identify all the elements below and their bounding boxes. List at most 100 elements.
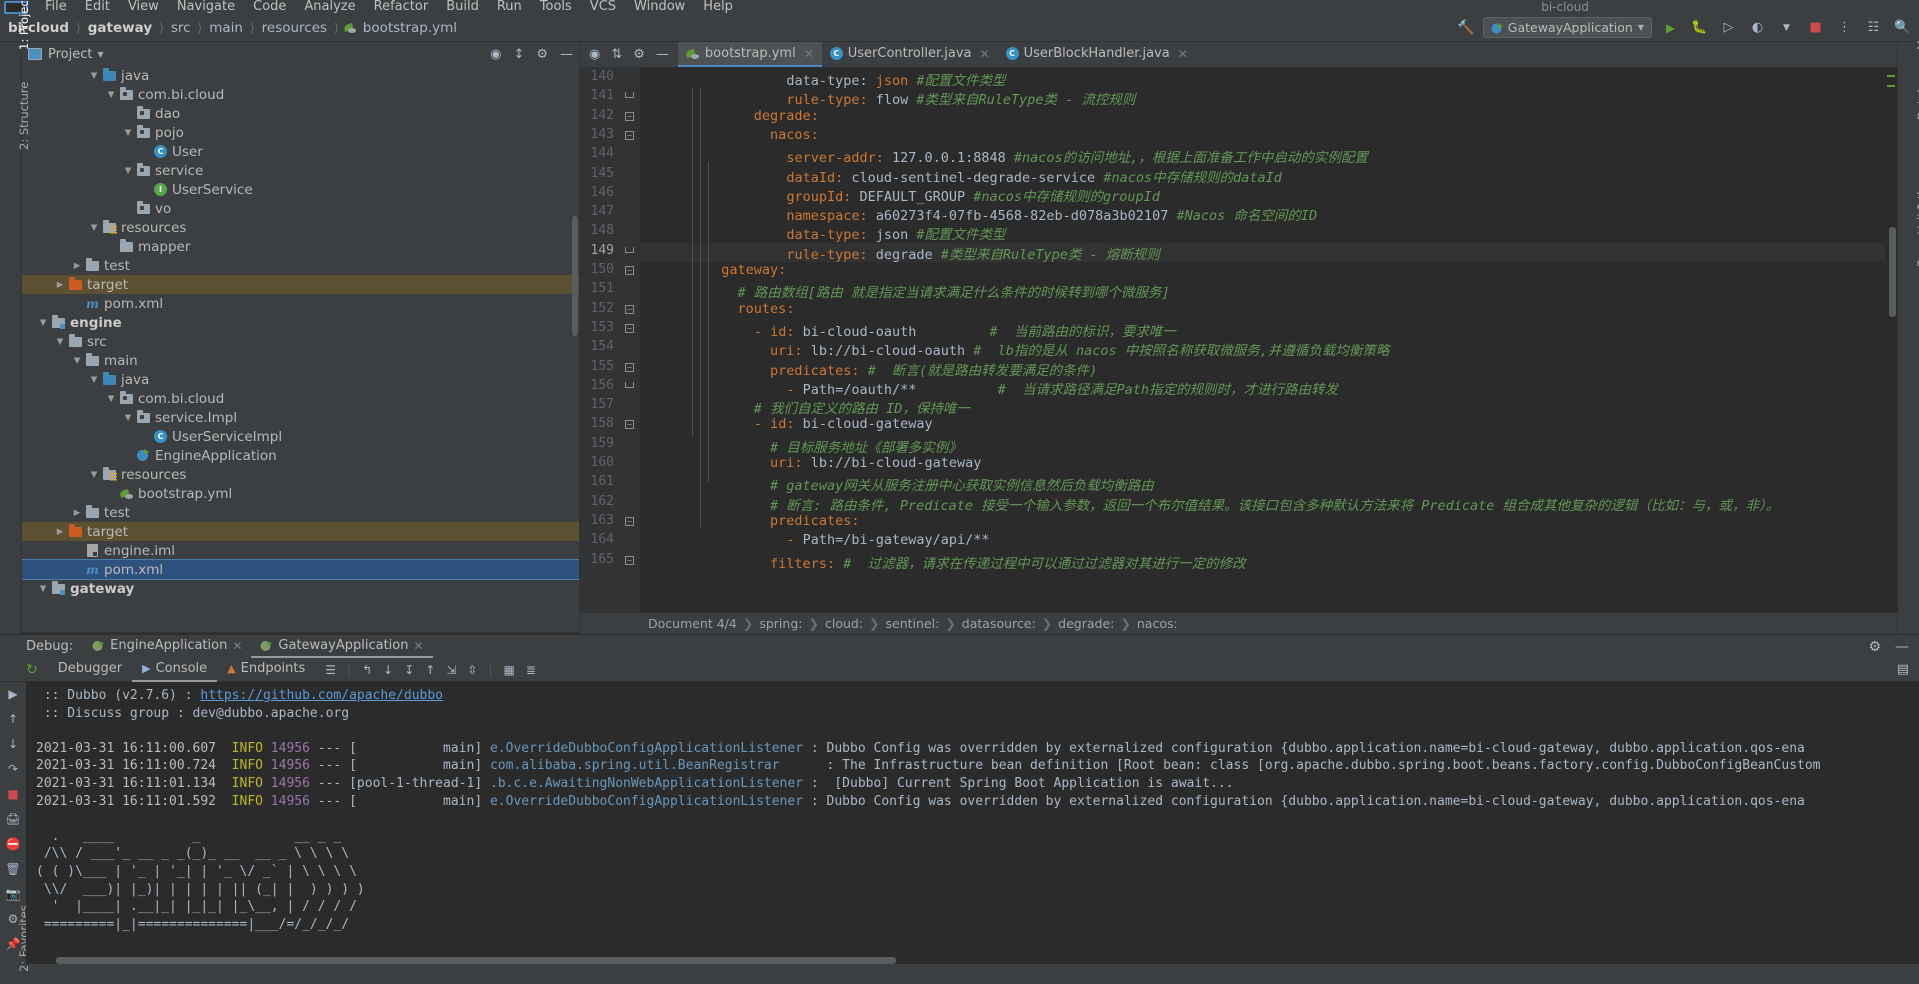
expand-arrow-icon[interactable]: ▼ [87, 223, 101, 233]
tree-item-dao[interactable]: dao [22, 104, 579, 123]
tree-item-target[interactable]: ▶ target [22, 522, 579, 541]
close-icon[interactable]: ✕ [1178, 47, 1188, 61]
close-icon[interactable]: ✕ [232, 639, 242, 653]
run-configuration-selector[interactable]: GatewayApplication ▼ [1482, 17, 1652, 38]
tree-item-test[interactable]: ▶ test [22, 503, 579, 522]
tree-item-pojo[interactable]: ▼ pojo [22, 123, 579, 142]
tree-item-resources[interactable]: ▼ resources [22, 465, 579, 484]
editor-gutter[interactable]: 140 141 142 − 143 − 144 145 146 147 148 149 150 − 151 1… [580, 67, 640, 612]
breadcrumb-item-main[interactable]: main [207, 20, 245, 36]
expand-arrow-icon[interactable]: ▼ [121, 413, 135, 423]
menu-icon[interactable]: ☰ [325, 663, 336, 677]
status-breadcrumb-item[interactable]: nacos: [1137, 616, 1178, 631]
menu-code[interactable]: Code [244, 0, 295, 14]
code-fold-marker[interactable]: − [625, 130, 634, 140]
tree-item-userservice[interactable]: I UserService [22, 180, 579, 199]
menu-analyze[interactable]: Analyze [295, 0, 364, 14]
menu-build[interactable]: Build [437, 0, 488, 14]
locate-icon[interactable]: ◉ [589, 47, 600, 62]
breadcrumb-item-file[interactable]: bootstrap.yml [361, 20, 459, 36]
scroll-down-icon[interactable]: ↓ [4, 736, 22, 752]
code-fold-marker[interactable] [625, 92, 634, 99]
collapse-all-icon[interactable]: ↕ [513, 47, 524, 62]
breadcrumb-item-src[interactable]: src [169, 20, 193, 36]
expand-arrow-icon[interactable]: ▶ [70, 261, 84, 271]
rerun-icon[interactable]: ↻ [26, 662, 38, 678]
more-options-icon[interactable]: ⋮ [1834, 17, 1855, 38]
expand-arrow-icon[interactable]: ▶ [70, 508, 84, 518]
menu-vcs[interactable]: VCS [581, 0, 625, 14]
tree-item-bootstrap-yml[interactable]: bootstrap.yml [22, 484, 579, 503]
expand-arrow-icon[interactable]: ▼ [36, 584, 50, 594]
run-button[interactable]: ▶ [1660, 17, 1681, 38]
tree-item-pom-xml[interactable]: m pom.xml [22, 294, 579, 313]
debug-button[interactable]: 🐛 [1689, 17, 1710, 38]
soft-wrap-icon[interactable]: ↷ [4, 761, 22, 777]
tree-item-resources[interactable]: ▼ resources [22, 218, 579, 237]
code-fold-marker[interactable] [625, 381, 634, 388]
subtab-endpoints[interactable]: ▲ Endpoints [217, 658, 315, 682]
tree-item-target[interactable]: ▶ target [22, 275, 579, 294]
tree-item-java[interactable]: ▼ java [22, 66, 579, 85]
editor-area[interactable]: 140 141 142 − 143 − 144 145 146 147 148 149 150 − 151 1… [580, 67, 1897, 612]
chevron-down-icon[interactable]: ▼ [1776, 17, 1797, 38]
run-with-coverage-button[interactable]: ▷ [1718, 17, 1739, 38]
menu-refactor[interactable]: Refactor [365, 0, 438, 14]
tab-bootstrap-yml[interactable]: bootstrap.yml ✕ [677, 42, 822, 67]
settings-icon[interactable]: ≣ [526, 663, 536, 677]
expand-arrow-icon[interactable]: ▼ [87, 71, 101, 81]
step-over-icon[interactable]: ↰ [362, 663, 372, 677]
profile-button[interactable]: ◐ [1747, 17, 1768, 38]
editor-structure-breadcrumb[interactable]: Document 4/4 ❯ spring: ❯ cloud: ❯ sentinel: ❯ da… [580, 612, 1897, 634]
status-breadcrumb-item[interactable]: degrade: [1058, 616, 1114, 631]
build-hammer-icon[interactable]: 🔨 [1457, 20, 1474, 36]
close-icon[interactable]: ✕ [413, 639, 423, 653]
editor-scrollbar[interactable] [1889, 227, 1896, 317]
menu-help[interactable]: Help [694, 0, 742, 14]
stop-button[interactable]: ■ [1805, 17, 1826, 38]
subtab-console[interactable]: ▶ Console [132, 658, 218, 682]
breadcrumb-item-resources[interactable]: resources [260, 20, 329, 36]
rerun-icon[interactable]: ▶ [4, 686, 22, 702]
tree-item-engine-iml[interactable]: engine.iml [22, 541, 579, 560]
menu-view[interactable]: View [119, 0, 168, 14]
collapse-icon[interactable]: ⇅ [611, 47, 622, 62]
hide-icon[interactable]: — [560, 47, 573, 62]
console-link[interactable]: https://github.com/apache/dubbo [200, 688, 443, 703]
expand-arrow-icon[interactable]: ▶ [53, 527, 67, 537]
debug-tab-gatewayapplication[interactable]: GatewayApplication ✕ [251, 635, 433, 658]
code-fold-marker[interactable]: − [625, 555, 634, 565]
mute-breakpoints-icon[interactable]: ⛔ [4, 836, 22, 852]
code-fold-marker[interactable]: − [625, 304, 634, 314]
tab-usercontroller-java[interactable]: C UserController.java ✕ [822, 42, 998, 67]
expand-arrow-icon[interactable]: ▼ [70, 356, 84, 366]
rail-item-database[interactable]: Database [1915, 65, 1919, 120]
force-step-into-icon[interactable]: ↧ [404, 663, 414, 677]
expand-arrow-icon[interactable]: ▶ [53, 280, 67, 290]
tree-item-com-bi-cloud[interactable]: ▼ com.bi.cloud [22, 389, 579, 408]
debug-tab-engineapplication[interactable]: EngineApplication ✕ [83, 635, 251, 658]
close-icon[interactable]: ✕ [804, 47, 814, 61]
status-breadcrumb-item[interactable]: Document 4/4 [648, 616, 737, 631]
console-output[interactable]: :: Dubbo (v2.7.6) : https://github.com/a… [26, 682, 1919, 964]
close-icon[interactable]: ✕ [980, 47, 990, 61]
rail-item-maven[interactable]: Maven [1915, 12, 1919, 50]
rail-item-bean-validation[interactable]: Bean Validation [1915, 177, 1919, 267]
expand-arrow-icon[interactable]: ▼ [104, 394, 118, 404]
chevron-down-icon[interactable]: ▼ [97, 50, 103, 59]
breadcrumb-item-project[interactable]: bi-cloud [6, 20, 71, 36]
menu-navigate[interactable]: Navigate [168, 0, 244, 14]
step-into-icon[interactable]: ↓ [383, 663, 393, 677]
code-fold-marker[interactable]: − [625, 323, 634, 333]
expand-arrow-icon[interactable]: ▼ [36, 318, 50, 328]
tree-item-service[interactable]: ▼ service [22, 161, 579, 180]
tree-item-service-impl[interactable]: ▼ service.Impl [22, 408, 579, 427]
tree-item-user[interactable]: C User [22, 142, 579, 161]
menu-edit[interactable]: Edit [76, 0, 119, 14]
run-to-cursor-icon[interactable]: ⇲ [446, 663, 456, 677]
code-fold-marker[interactable]: − [625, 516, 634, 526]
tree-item-pom-xml[interactable]: m pom.xml [22, 559, 579, 580]
restore-layout-icon[interactable]: ▤ [1897, 662, 1909, 677]
tree-item-engine[interactable]: ▼ engine [22, 313, 579, 332]
drop-frame-icon[interactable]: ⇳ [467, 663, 477, 677]
